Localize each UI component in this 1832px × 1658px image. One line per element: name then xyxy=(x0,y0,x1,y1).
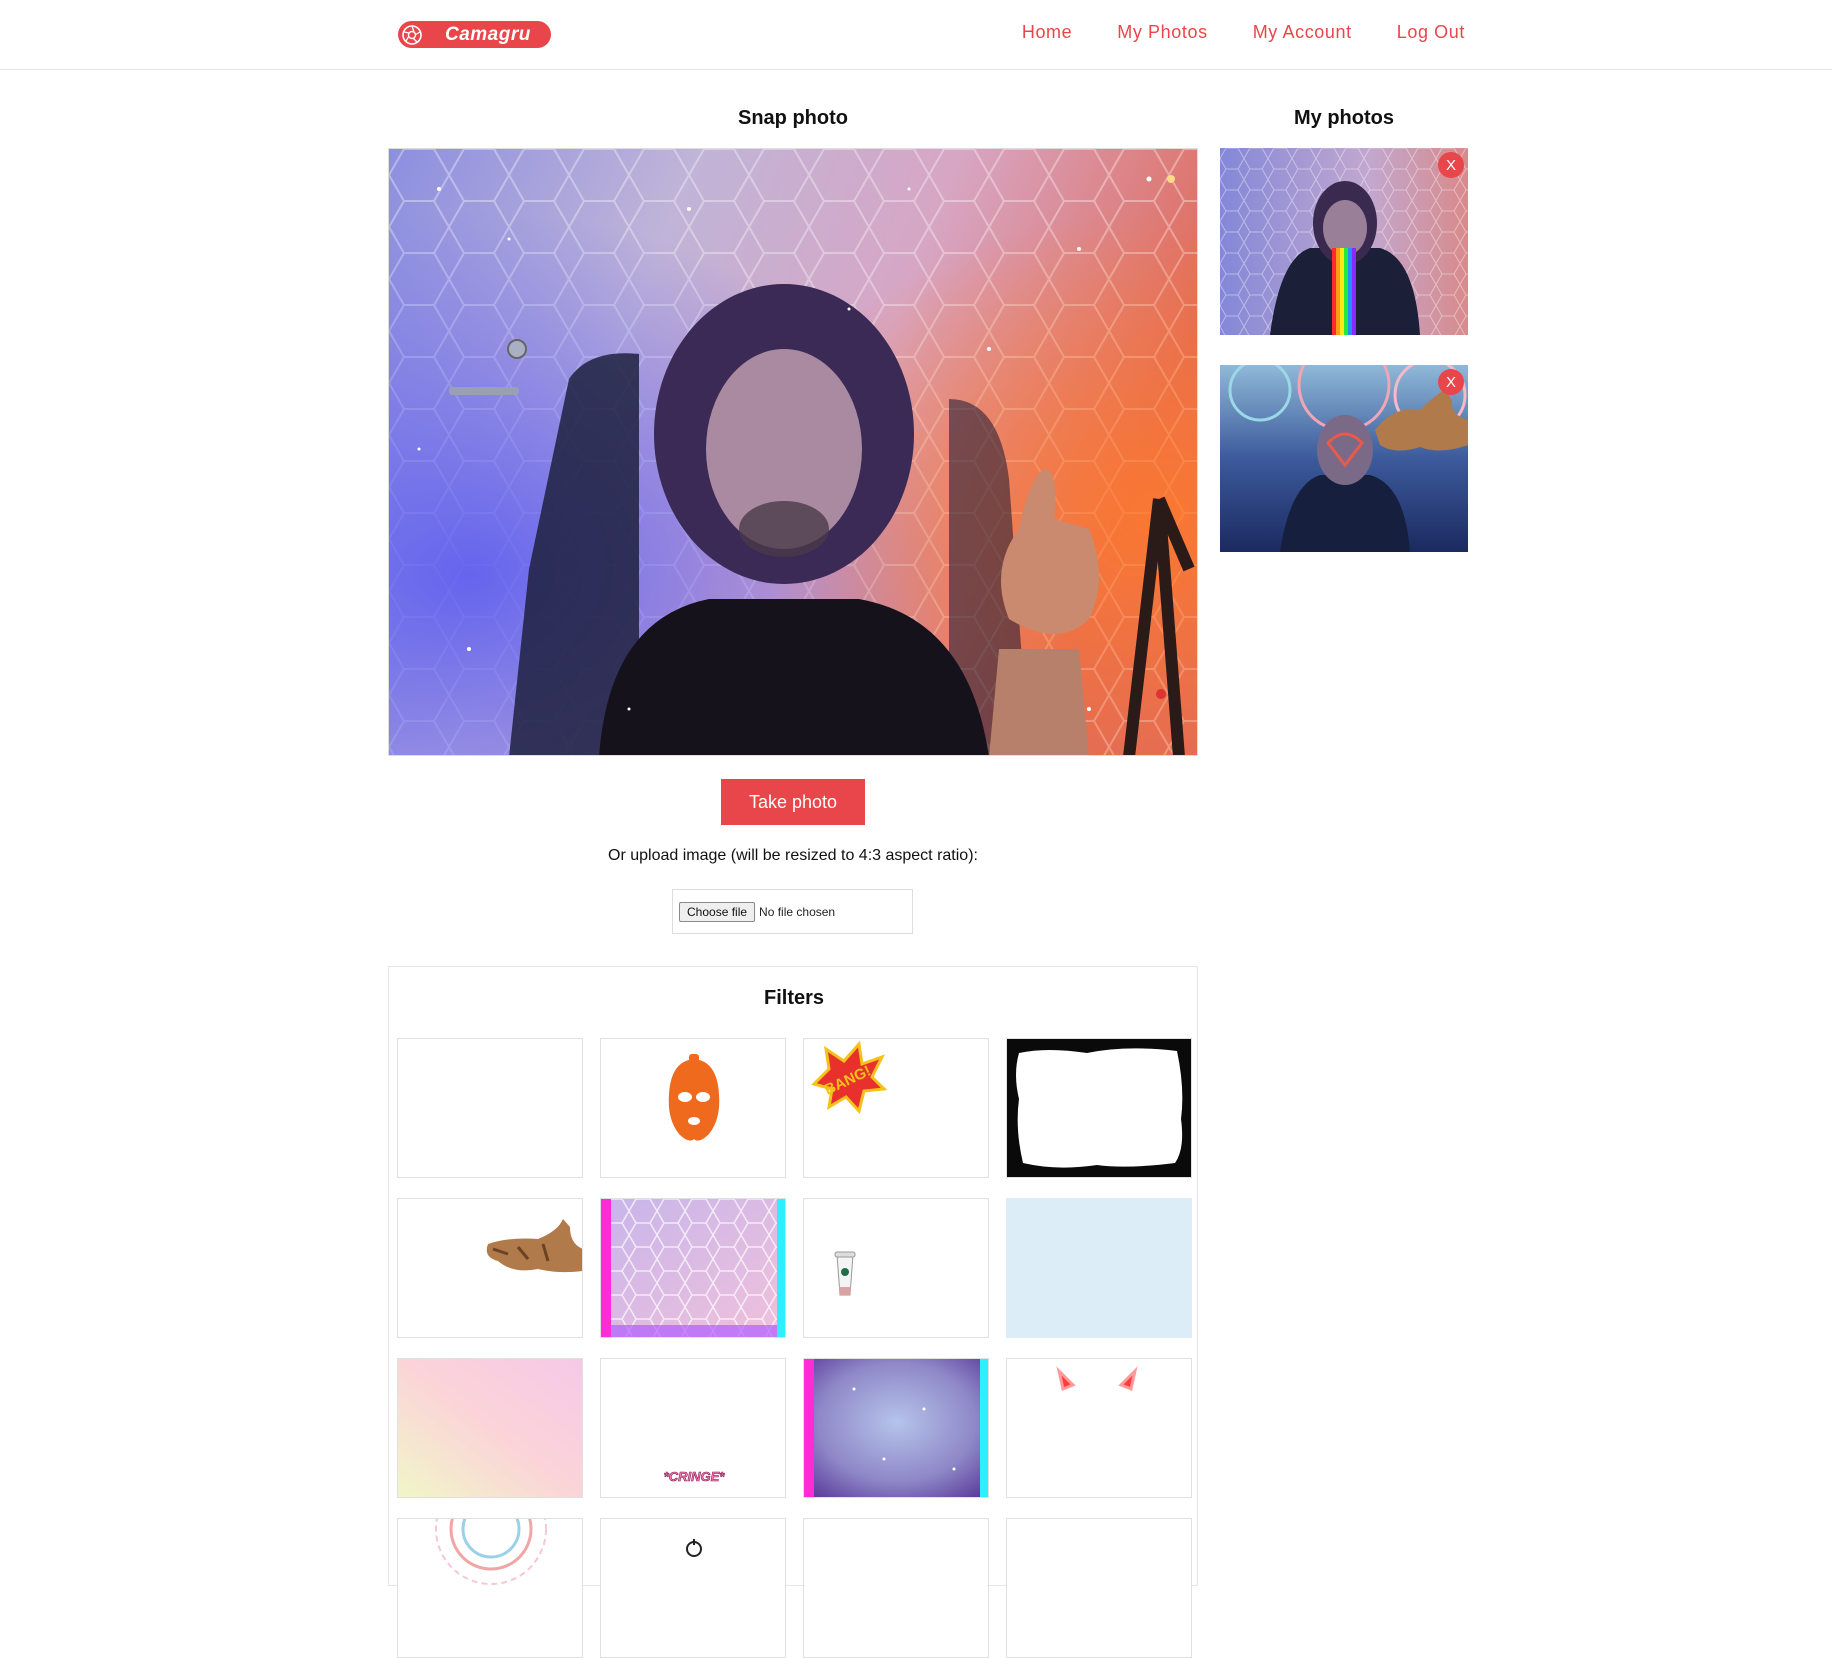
filter-pink-hexagon-neon[interactable] xyxy=(600,1198,786,1338)
filters-panel: Filters BANG! *CRINGE* xyxy=(388,966,1198,1658)
webcam-preview xyxy=(388,148,1198,756)
photo-image xyxy=(1220,148,1468,335)
filter-none[interactable] xyxy=(397,1038,583,1178)
file-status-text: No file chosen xyxy=(759,904,836,919)
pastel-gradient-icon xyxy=(398,1359,582,1497)
camera-shutter-icon xyxy=(398,21,425,48)
ski-mask-icon xyxy=(668,1054,720,1141)
file-upload-input[interactable]: Choose file No file chosen xyxy=(672,889,913,934)
nav-log-out-link[interactable]: Log Out xyxy=(1397,22,1465,43)
my-photos-title: My photos xyxy=(1294,107,1394,129)
my-photo-thumbnail[interactable]: X xyxy=(1220,365,1468,552)
top-navbar: Camagru Home My Photos My Account Log Ou… xyxy=(0,0,1832,70)
nav-my-photos-link[interactable]: My Photos xyxy=(1117,22,1207,43)
filter-pastel-gradient[interactable] xyxy=(397,1358,583,1498)
filter-orange-ski-mask[interactable] xyxy=(600,1038,786,1178)
filter-bang-sticker[interactable]: BANG! xyxy=(803,1038,989,1178)
photo-image xyxy=(1220,365,1468,552)
filter-coffee-cup[interactable] xyxy=(803,1198,989,1338)
mandala-icon xyxy=(435,1519,547,1585)
filter-glowing-eyes[interactable] xyxy=(1006,1358,1192,1498)
nav-my-account-link[interactable]: My Account xyxy=(1253,22,1352,43)
nav-home-link[interactable]: Home xyxy=(1022,22,1072,43)
grunge-frame-icon xyxy=(1007,1039,1191,1177)
choose-file-button[interactable]: Choose file xyxy=(679,901,756,922)
app-name: Camagru xyxy=(445,23,531,45)
galaxy-neon-icon xyxy=(804,1359,988,1497)
delete-photo-button[interactable]: X xyxy=(1438,369,1464,395)
my-photo-thumbnail[interactable]: X xyxy=(1220,148,1468,335)
bicycle-icon xyxy=(686,1539,702,1557)
cat-icon xyxy=(486,1219,582,1273)
glowing-eyes-icon xyxy=(1056,1366,1138,1392)
filter-cringe-text[interactable]: *CRINGE* xyxy=(600,1358,786,1498)
take-photo-button[interactable]: Take photo xyxy=(721,779,865,825)
main-nav: Home My Photos My Account Log Out xyxy=(1022,22,1465,43)
hexagon-neon-icon xyxy=(601,1199,785,1337)
app-logo[interactable]: Camagru xyxy=(398,21,551,48)
filter-galaxy-neon[interactable] xyxy=(803,1358,989,1498)
delete-photo-button[interactable]: X xyxy=(1438,152,1464,178)
upload-instructions: Or upload image (will be resized to 4:3 … xyxy=(608,847,978,864)
bang-sticker-icon: BANG! xyxy=(811,1040,888,1115)
cringe-text-icon: *CRINGE* xyxy=(663,1469,726,1485)
filters-title: Filters xyxy=(763,987,825,1009)
filter-blank[interactable] xyxy=(803,1518,989,1658)
snap-photo-title: Snap photo xyxy=(738,107,848,129)
filter-blank[interactable] xyxy=(1006,1518,1192,1658)
coffee-cup-icon xyxy=(834,1251,856,1296)
filter-black-grunge-frame[interactable] xyxy=(1006,1038,1192,1178)
svg-text:*CRINGE*: *CRINGE* xyxy=(664,1469,726,1484)
filter-light-blue-tint[interactable] xyxy=(1006,1198,1192,1338)
filter-bicycle[interactable] xyxy=(600,1518,786,1658)
filter-flying-cat[interactable] xyxy=(397,1198,583,1338)
filter-mandala[interactable] xyxy=(397,1518,583,1658)
